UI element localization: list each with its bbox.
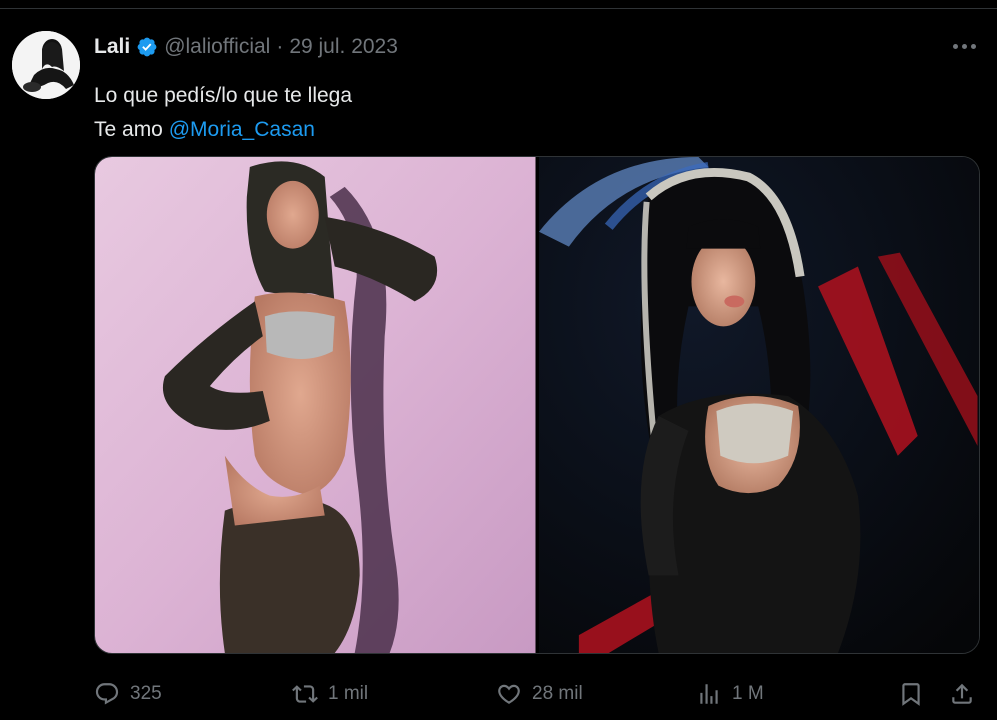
tweet[interactable]: Lali @laliofficial · 29 jul. 2023 Lo que… xyxy=(0,9,997,720)
avatar-image xyxy=(12,31,80,99)
like-button[interactable]: 28 mil xyxy=(496,679,583,709)
bookmark-button[interactable] xyxy=(898,679,924,709)
heart-icon xyxy=(498,684,520,704)
verified-badge-icon xyxy=(136,36,158,58)
views-icon xyxy=(700,684,718,704)
action-bar: 325 1 mil 28 mil 1 M xyxy=(94,679,980,709)
avatar[interactable] xyxy=(12,31,80,99)
reply-icon xyxy=(95,683,119,705)
repost-icon xyxy=(292,685,318,703)
photo-right[interactable] xyxy=(538,157,979,653)
views-button[interactable]: 1 M xyxy=(696,679,764,709)
media-grid xyxy=(94,156,980,654)
separator-dot: · xyxy=(276,35,284,58)
repost-count: 1 mil xyxy=(328,683,369,704)
tweet-text-line1: Lo que pedís/lo que te llega xyxy=(94,84,353,107)
photo-left[interactable] xyxy=(95,157,536,653)
views-count: 1 M xyxy=(732,683,764,704)
share-button[interactable] xyxy=(949,679,975,709)
tweet-text: Lo que pedís/lo que te llega Te amo @Mor… xyxy=(94,79,352,147)
display-name[interactable]: Lali xyxy=(94,35,130,59)
handle[interactable]: @laliofficial xyxy=(164,35,270,59)
bookmark-icon xyxy=(902,683,920,706)
like-count: 28 mil xyxy=(532,683,583,704)
reply-button[interactable]: 325 xyxy=(94,679,162,709)
tweet-header: Lali @laliofficial · 29 jul. 2023 xyxy=(94,34,398,60)
tweet-text-prefix: Te amo xyxy=(94,118,163,141)
tweet-date[interactable]: 29 jul. 2023 xyxy=(289,35,398,59)
tweet-text-line2: Te amo @Moria_Casan xyxy=(94,113,352,147)
reply-count: 325 xyxy=(130,683,162,704)
share-icon xyxy=(952,683,972,704)
repost-button[interactable]: 1 mil xyxy=(292,679,368,709)
more-options-icon[interactable] xyxy=(950,39,978,53)
mention-link[interactable]: @Moria_Casan xyxy=(169,118,315,141)
